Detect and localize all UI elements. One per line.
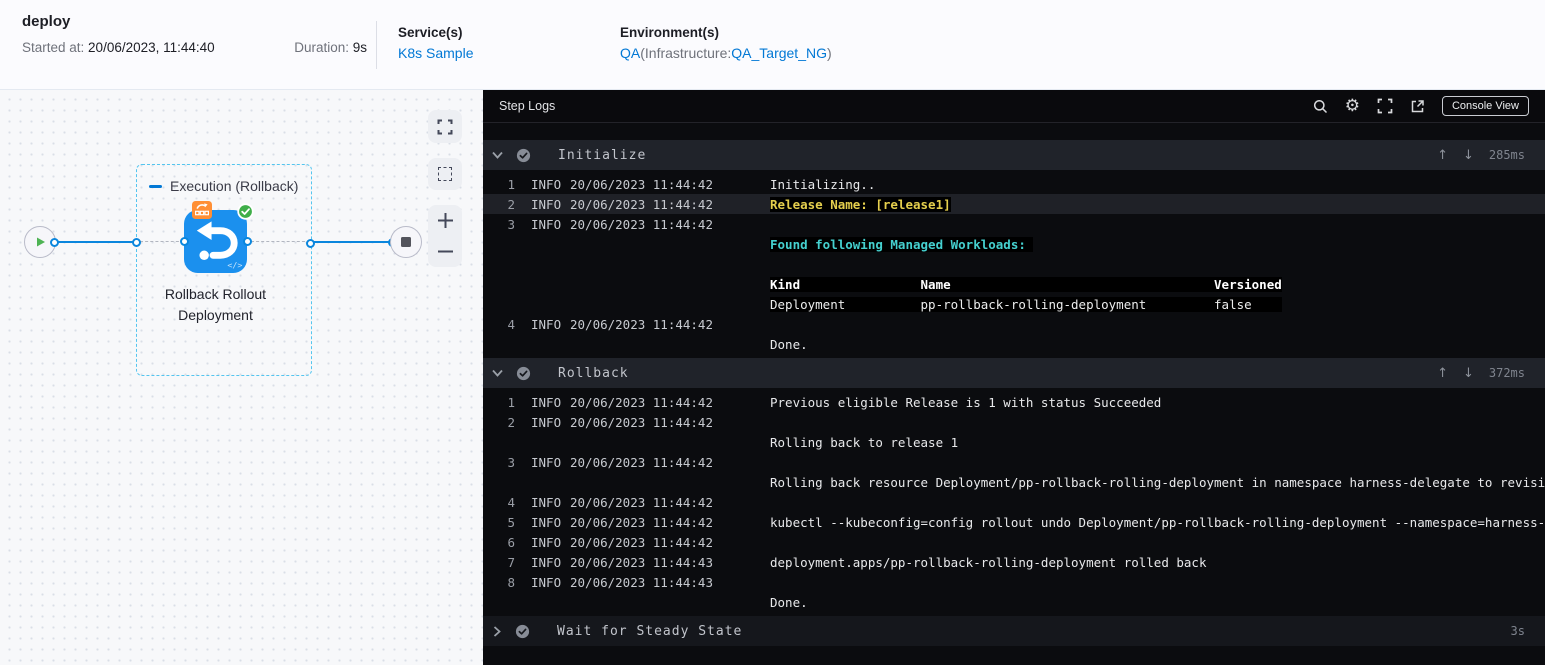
minus-icon — [437, 250, 453, 253]
port-dot — [49, 237, 59, 247]
open-in-new-tab-button[interactable] — [1410, 99, 1425, 114]
success-check-icon — [237, 203, 254, 225]
environment-link[interactable]: QA — [620, 45, 640, 61]
log-line: Rolling back to release 1 — [770, 434, 959, 450]
section-duration: 285ms — [1488, 148, 1525, 162]
log-line: 4 INFO 20/06/2023 11:44:42 — [507, 494, 713, 510]
log-line: 5 INFO 20/06/2023 11:44:42 kubectl --kubeco… — [507, 514, 1545, 530]
section-title: Rollback — [558, 365, 629, 381]
started-at: Started at: 20/06/2023, 11:44:40 — [22, 40, 215, 55]
step-logs-title: Step Logs — [499, 99, 556, 113]
gear-icon: ⚙ — [1344, 95, 1360, 116]
infrastructure-link[interactable]: QA_Target_NG — [731, 45, 827, 61]
search-logs-button[interactable] — [1313, 99, 1328, 114]
end-node[interactable] — [390, 226, 422, 258]
log-section-header-initialize[interactable]: Initialize ↑ ↓ 285ms — [483, 140, 1545, 170]
stop-icon — [401, 237, 411, 247]
fullscreen-icon — [1377, 98, 1393, 114]
step-node-rollback-rollout-deployment[interactable]: </> — [184, 201, 254, 273]
pipeline-name: deploy — [22, 13, 71, 30]
scroll-to-top-icon[interactable]: ↑ — [1437, 148, 1448, 163]
log-line: 1 INFO 20/06/2023 11:44:42 Initializing.. — [507, 176, 876, 192]
step-node-label: Rollback Rollout Deployment — [164, 286, 267, 323]
chevron-down-icon[interactable] — [492, 368, 503, 378]
step-logs-panel: Step Logs ⚙ Console View Initialize ↑ ↓ … — [483, 90, 1545, 665]
log-line: 7 INFO 20/06/2023 11:44:43 deployment.apps/… — [507, 554, 1207, 570]
log-section-body-initialize: 1 INFO 20/06/2023 11:44:42 Initializing.. 2… — [483, 170, 1545, 358]
log-section-body-rollback: 1 INFO 20/06/2023 11:44:42 Previous eligibl… — [483, 388, 1545, 616]
chevron-down-icon[interactable] — [492, 150, 503, 160]
log-line: 3 INFO 20/06/2023 11:44:42 — [507, 454, 713, 470]
rolling-deployment-badge-icon — [192, 201, 212, 224]
environment-value: QA(Infrastructure:QA_Target_NG) — [620, 45, 832, 61]
marquee-selection-icon — [438, 167, 452, 181]
connector-line — [54, 240, 136, 244]
open-in-new-icon — [1411, 99, 1424, 112]
section-title: Initialize — [558, 147, 647, 163]
pipeline-graph-canvas[interactable]: Execution (Rollback) </> Rollback Rollou… — [0, 90, 483, 665]
chevron-right-icon[interactable] — [492, 625, 502, 637]
svg-text:</>: </> — [227, 260, 242, 270]
collapse-stage-icon[interactable] — [149, 184, 162, 188]
connector-line — [310, 240, 392, 244]
port-dot — [305, 238, 315, 248]
console-view-button[interactable]: Console View — [1441, 96, 1529, 116]
plus-icon — [437, 213, 453, 228]
log-table-row: Deployment pp-rollback-rolling-deploymen… — [770, 296, 1282, 312]
canvas-zoom-controls — [428, 205, 462, 267]
log-section-header-rollback[interactable]: Rollback ↑ ↓ 372ms — [483, 358, 1545, 388]
zoom-in-button[interactable] — [428, 207, 462, 235]
log-line: 6 INFO 20/06/2023 11:44:42 — [507, 534, 713, 550]
scroll-to-top-icon[interactable]: ↑ — [1437, 366, 1448, 381]
log-line: 3 INFO 20/06/2023 11:44:42 — [507, 216, 713, 232]
services-label: Service(s) — [398, 25, 463, 40]
zoom-out-button[interactable] — [428, 238, 462, 266]
log-section-header-wait-for-steady-state[interactable]: Wait for Steady State 3s — [483, 616, 1545, 646]
canvas-fullscreen-button[interactable] — [428, 110, 462, 143]
logs-fullscreen-button[interactable] — [1377, 98, 1393, 114]
log-line: Done. — [770, 336, 808, 352]
service-link[interactable]: K8s Sample — [398, 45, 620, 61]
play-icon — [37, 237, 45, 247]
port-dot — [179, 237, 189, 246]
section-duration: 3s — [1510, 624, 1525, 638]
log-line: 4 INFO 20/06/2023 11:44:42 — [507, 316, 713, 332]
log-settings-button[interactable]: ⚙ — [1344, 95, 1360, 116]
scroll-to-bottom-icon[interactable]: ↓ — [1463, 366, 1474, 381]
section-title: Wait for Steady State — [557, 623, 743, 639]
section-success-icon — [516, 366, 531, 381]
services-block: Service(s) K8s Sample — [398, 0, 620, 89]
search-icon — [1313, 99, 1327, 113]
log-scroll-gap — [483, 123, 1545, 140]
execution-header: deploy Started at: 20/06/2023, 11:44:40 … — [0, 0, 1545, 90]
fullscreen-icon — [437, 119, 453, 134]
execution-page: deploy Started at: 20/06/2023, 11:44:40 … — [0, 0, 1545, 665]
log-line: Found following Managed Workloads: — [770, 236, 1034, 252]
environments-label: Environment(s) — [620, 25, 720, 40]
environments-block: Environment(s) QA(Infrastructure:QA_Targ… — [620, 0, 832, 89]
log-table-header-row: Kind Name Versioned — [770, 276, 1282, 292]
log-line: Rolling back resource Deployment/pp-roll… — [770, 474, 1545, 490]
log-line: 2 INFO 20/06/2023 11:44:42 — [507, 414, 713, 430]
header-divider — [376, 21, 377, 69]
log-line-highlighted: 2 INFO 20/06/2023 11:44:42 Release Name: [r… — [483, 194, 1545, 214]
stage-group-label: Execution (Rollback) — [170, 178, 299, 194]
section-success-icon — [516, 148, 531, 163]
step-logs-header: Step Logs ⚙ Console View — [483, 90, 1545, 123]
section-success-icon — [515, 624, 530, 639]
pipeline-summary: deploy Started at: 20/06/2023, 11:44:40 … — [0, 0, 367, 89]
port-dot — [131, 238, 141, 247]
section-duration: 372ms — [1488, 366, 1525, 380]
log-line: Done. — [770, 594, 808, 610]
log-line: 1 INFO 20/06/2023 11:44:42 Previous eligibl… — [507, 394, 1162, 410]
run-meta-row: Started at: 20/06/2023, 11:44:40 Duratio… — [22, 40, 367, 55]
log-line: 8 INFO 20/06/2023 11:44:43 — [507, 574, 713, 590]
scroll-to-bottom-icon[interactable]: ↓ — [1463, 148, 1474, 163]
canvas-select-button[interactable] — [428, 158, 462, 190]
duration: Duration: 9s — [294, 40, 367, 55]
port-dot — [242, 237, 252, 246]
